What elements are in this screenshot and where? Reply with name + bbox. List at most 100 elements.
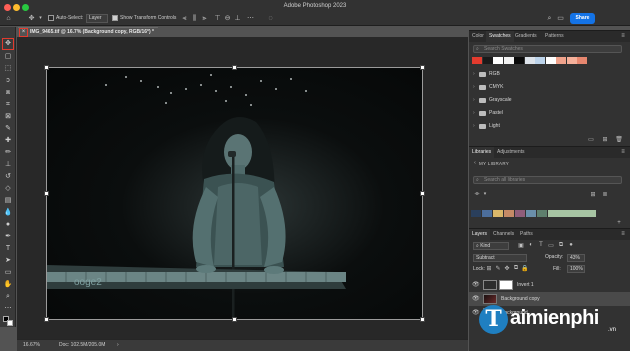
eye-icon[interactable]: 👁 [472,278,480,292]
filter-icon[interactable]: ⌯ [473,191,481,198]
align-right-icon[interactable]: ⫸ [200,14,209,23]
workspace-icon[interactable]: ▭ [556,14,565,23]
library-color-swatch[interactable] [504,210,514,217]
tab-channels[interactable]: Channels [490,229,517,240]
transform-handle[interactable] [420,65,425,70]
object-select-tool-icon[interactable]: ⧈ [3,88,13,98]
swatch-folder-rgb[interactable]: › RGB [471,69,627,80]
library-color-swatch[interactable] [537,210,547,217]
swatch-folder-grayscale[interactable]: › Grayscale [471,95,627,106]
transform-handle[interactable] [420,317,425,322]
tab-layers[interactable]: Layers [469,229,491,240]
pen-tool-icon[interactable]: ✒ [3,232,13,242]
trash-icon[interactable]: 🗑 [615,136,623,143]
history-brush-tool-icon[interactable]: ↺ [3,172,13,182]
show-transform-controls-checkbox[interactable] [112,15,118,21]
zoom-tool-icon[interactable]: ⌕ [3,292,13,302]
color-swatch[interactable] [524,57,535,64]
filter-adjustment-icon[interactable]: ◐ [527,242,535,248]
gradient-tool-icon[interactable]: ▤ [3,196,13,206]
color-swatch[interactable] [482,57,493,64]
marquee-tool-icon[interactable]: ⬚ [3,64,13,74]
filter-pixel-icon[interactable]: ▣ [517,242,525,249]
align-left-icon[interactable]: ⫷ [180,14,189,23]
home-icon[interactable]: ⌂ [4,14,13,23]
brush-tool-icon[interactable]: ✏ [3,148,13,158]
lock-artboard-icon[interactable]: ⧉ [512,265,520,272]
document-info[interactable]: Doc: 102.5M/205.0M [59,340,105,351]
library-color-swatch[interactable] [482,210,492,217]
color-swatch[interactable] [472,57,482,64]
library-name[interactable]: MY LIBRARY [479,161,509,166]
panel-menu-icon[interactable]: ≡ [619,33,627,39]
auto-select-checkbox[interactable] [48,15,54,21]
align-bottom-icon[interactable]: ⊥ [233,14,242,23]
transform-handle[interactable] [232,65,237,70]
color-swatch[interactable] [545,57,556,64]
transform-handle[interactable] [44,191,49,196]
chevron-down-icon[interactable]: ▾ [481,191,489,197]
tab-libraries[interactable]: Libraries [469,147,495,158]
align-top-icon[interactable]: ⊤ [213,14,222,23]
distribute-icon[interactable]: ⋯ [246,14,255,23]
transform-bounding-box[interactable] [44,65,425,322]
transform-handle[interactable] [420,191,425,196]
move-tool-icon[interactable]: ✥ [2,38,14,50]
tab-gradients[interactable]: Gradients [512,31,540,42]
chevron-right-icon[interactable]: › [117,340,119,351]
close-icon[interactable]: × [19,28,28,37]
layer-filter-dropdown[interactable]: ⌕ Kind [473,242,509,250]
lock-image-icon[interactable]: ✎ [494,265,502,272]
library-color-swatch[interactable] [471,210,481,217]
3d-mode-icon[interactable]: ◌ [266,14,275,23]
new-group-icon[interactable]: ▭ [587,136,595,143]
document-tab[interactable]: × IMG_9465.tif @ 16.7% (Background copy,… [18,27,158,37]
swatch-folder-cmyk[interactable]: › CMYK [471,82,627,93]
search-icon[interactable]: ⌕ [545,14,554,23]
color-swatch[interactable] [535,57,545,64]
clone-stamp-tool-icon[interactable]: ⊥ [3,160,13,170]
list-view-icon[interactable]: ≣ [601,191,609,198]
library-color-swatch[interactable] [515,210,525,217]
eyedropper-tool-icon[interactable]: ✎ [3,124,13,134]
color-swatch[interactable] [577,57,587,64]
opacity-input[interactable]: 43% [567,254,585,262]
library-color-swatch[interactable] [526,210,536,217]
path-selection-tool-icon[interactable]: ➤ [3,256,13,266]
blend-mode-dropdown[interactable]: Subtract [473,254,527,262]
library-color-swatch[interactable] [493,210,503,217]
healing-brush-tool-icon[interactable]: ✚ [3,136,13,146]
library-color-swatch[interactable] [548,210,596,217]
filter-shape-icon[interactable]: ▭ [547,242,555,249]
frame-tool-icon[interactable]: ⊠ [3,112,13,122]
color-swatch[interactable] [514,57,524,64]
tab-patterns[interactable]: Patterns [542,31,567,42]
rectangle-tool-icon[interactable]: ▭ [3,268,13,278]
chevron-down-icon[interactable]: ▾ [36,14,45,23]
align-middle-icon[interactable]: ⊖ [223,14,232,23]
blur-tool-icon[interactable]: 💧 [3,208,13,218]
filter-smart-object-icon[interactable]: ⧉ [557,242,565,249]
tab-color[interactable]: Color [469,31,487,42]
add-icon[interactable]: + [615,220,623,226]
color-swatch[interactable] [503,57,514,64]
align-center-icon[interactable]: ⫼ [190,14,199,23]
filter-toggle-icon[interactable]: ● [567,242,575,248]
type-tool-icon[interactable]: T [3,244,13,254]
dodge-tool-icon[interactable]: ● [3,220,13,230]
layer-row-invert[interactable]: 👁 Invert 1 [469,278,630,292]
color-swatch[interactable] [493,57,503,64]
zoom-level[interactable]: 16.67% [23,340,40,351]
swatch-folder-pastel[interactable]: › Pastel [471,108,627,119]
chevron-left-icon[interactable]: ‹ [471,160,479,166]
grid-view-icon[interactable]: ⊞ [589,191,597,198]
hand-tool-icon[interactable]: ✋ [3,280,13,290]
canvas-area[interactable]: ooge2 [17,37,468,339]
tab-paths[interactable]: Paths [517,229,536,240]
transform-handle[interactable] [44,317,49,322]
crop-tool-icon[interactable]: ⌗ [3,100,13,110]
libraries-search-input[interactable]: ⌕ Search all libraries [473,176,622,184]
lock-all-icon[interactable]: 🔒 [521,265,529,272]
move-tool-icon[interactable]: ✥ [27,14,36,23]
transform-handle[interactable] [44,65,49,70]
